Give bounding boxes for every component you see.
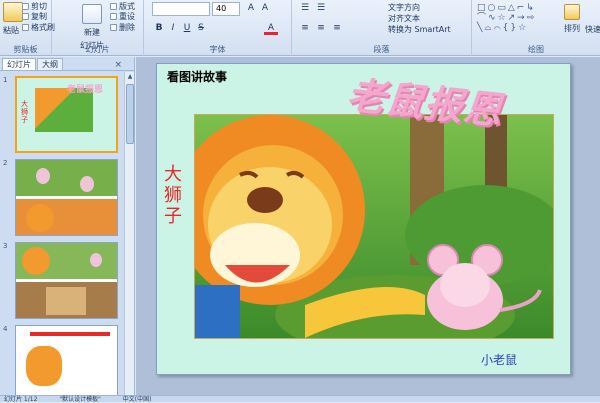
slide-thumbnail-4[interactable] — [15, 325, 118, 395]
shrink-font-icon[interactable]: A — [258, 2, 272, 15]
thumbnail-row-1[interactable]: 1 大狮子 老鼠报恩 — [0, 72, 124, 155]
scrollbar-thumb[interactable] — [126, 84, 134, 144]
thumbnail-row-3[interactable]: 3 — [0, 238, 124, 321]
ribbon: 粘贴 剪切 复制 格式刷 剪贴板 新建 幻灯片 版式 重设 删除 幻灯片 40 … — [0, 0, 600, 56]
panel-tabs: 幻灯片 大纲 × — [0, 57, 134, 71]
new-slide-icon — [82, 4, 102, 24]
slides-label: 幻灯片 — [85, 45, 110, 54]
bullets-icon[interactable]: ☰ — [298, 2, 312, 15]
font-family-combo[interactable] — [152, 2, 210, 16]
brush-icon — [22, 24, 29, 31]
grow-font-icon[interactable]: A — [244, 2, 258, 15]
copy-icon — [22, 13, 29, 20]
story-illustration[interactable] — [175, 114, 565, 355]
align-center-icon[interactable]: ≡ — [314, 22, 328, 35]
delete-icon — [110, 24, 117, 31]
text-direction-button[interactable]: 文字方向 — [388, 2, 420, 13]
italic-button[interactable]: I — [166, 22, 180, 35]
font-group: 40 A A B I U S A 字体 — [144, 0, 292, 56]
thumbnail-number: 4 — [3, 325, 8, 333]
drawing-label: 绘图 — [528, 45, 544, 54]
align-left-icon[interactable]: ≡ — [298, 22, 312, 35]
bold-button[interactable]: B — [152, 22, 166, 35]
format-painter-button[interactable]: 格式刷 — [22, 22, 55, 33]
shapes-gallery[interactable]: □○▭△⌐↳ ⌒∿☆↗→⇨ ╲⌓⌒{}☆ — [477, 3, 557, 33]
thumbnail-number: 2 — [3, 159, 8, 167]
arrange-icon — [564, 4, 580, 20]
lion-label[interactable]: 大狮子 — [162, 164, 184, 227]
status-bar: 幻灯片 1/12 "默认设计模板" 中文(中国) — [0, 395, 600, 403]
lion-mouse-picture — [175, 115, 565, 355]
mouse-label[interactable]: 小老鼠 — [481, 351, 517, 368]
thumbnail-number: 1 — [3, 76, 8, 84]
clipboard-group: 粘贴 剪切 复制 格式刷 剪贴板 — [0, 0, 55, 56]
slide-thumbnail-1[interactable]: 大狮子 老鼠报恩 — [15, 76, 118, 153]
thumbnail-scrollbar[interactable]: ▲ — [124, 72, 134, 395]
thumbnail-number: 3 — [3, 242, 8, 250]
paste-button[interactable]: 粘贴 — [3, 2, 23, 36]
quick-styles-button[interactable]: 快速 — [585, 24, 600, 35]
slides-group: 新建 幻灯片 版式 重设 删除 幻灯片 — [52, 0, 144, 56]
delete-slide-button[interactable]: 删除 — [110, 22, 135, 33]
paste-icon — [3, 2, 23, 22]
slides-panel: 幻灯片 大纲 × 1 大狮子 老鼠报恩 2 3 4 ▲ — [0, 57, 135, 395]
slide-title[interactable]: 看图讲故事 — [167, 68, 227, 85]
tab-outline[interactable]: 大纲 — [37, 58, 63, 70]
font-label: 字体 — [209, 45, 226, 54]
slide-thumbnail-2[interactable] — [15, 159, 118, 236]
strike-button[interactable]: S — [194, 22, 208, 35]
reset-button[interactable]: 重设 — [110, 11, 135, 22]
align-text-button[interactable]: 对齐文本 — [388, 13, 420, 24]
layout-icon — [110, 3, 117, 10]
scroll-up-icon[interactable]: ▲ — [125, 72, 135, 82]
font-color-icon[interactable]: A — [264, 22, 278, 35]
slide-thumbnail-3[interactable] — [15, 242, 118, 319]
numbering-icon[interactable]: ☰ — [314, 2, 328, 15]
paragraph-label: 段落 — [373, 45, 390, 54]
underline-button[interactable]: U — [180, 22, 194, 35]
reset-icon — [110, 13, 117, 20]
current-slide[interactable]: 看图讲故事 老鼠报恩 大狮子 小老鼠 — [156, 63, 571, 375]
copy-button[interactable]: 复制 — [22, 11, 47, 22]
close-panel-icon[interactable]: × — [114, 60, 122, 70]
thumbnail-row-2[interactable]: 2 — [0, 155, 124, 238]
drawing-group: □○▭△⌐↳ ⌒∿☆↗→⇨ ╲⌓⌒{}☆ 排列 快速 绘图 — [472, 0, 600, 56]
font-size-combo[interactable]: 40 — [212, 2, 240, 16]
thumbnail-list: 1 大狮子 老鼠报恩 2 3 4 — [0, 72, 124, 395]
arrange-button[interactable]: 排列 — [564, 4, 580, 34]
align-right-icon[interactable]: ≡ — [330, 22, 344, 35]
smartart-button[interactable]: 转换为 SmartArt — [388, 24, 451, 35]
clipboard-label: 剪贴板 — [13, 45, 38, 54]
tab-slides[interactable]: 幻灯片 — [2, 58, 36, 70]
paragraph-group: ☰ ☰ ≡ ≡ ≡ 文字方向 对齐文本 转换为 SmartArt 段落 — [292, 0, 472, 56]
slide-editing-area: 看图讲故事 老鼠报恩 大狮子 小老鼠 — [136, 57, 600, 395]
scissors-icon — [22, 3, 29, 10]
thumbnail-row-4[interactable]: 4 — [0, 321, 124, 395]
